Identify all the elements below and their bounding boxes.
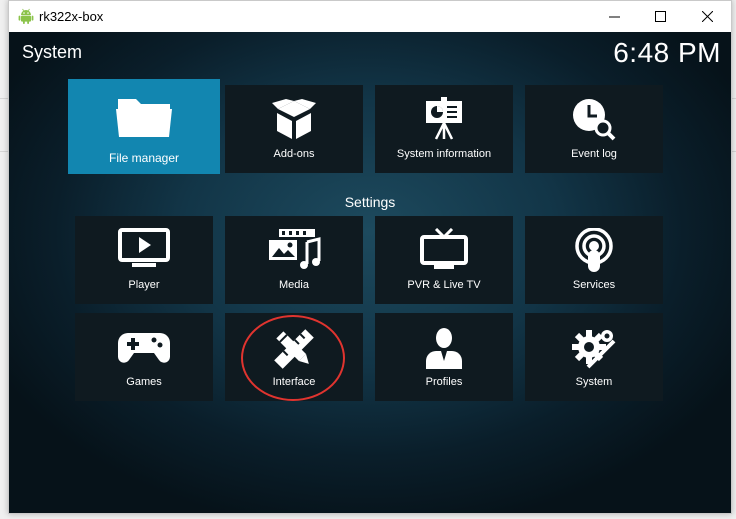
tile-label: System xyxy=(575,376,613,388)
tile-pvr-live-tv[interactable]: PVR & Live TV xyxy=(375,216,513,304)
emulator-window: rk322x-box System 6:48 PM File manager A… xyxy=(8,0,732,514)
window-title: rk322x-box xyxy=(39,9,104,24)
maximize-icon xyxy=(654,11,666,22)
gamepad-icon xyxy=(75,329,213,365)
tile-system-information[interactable]: System information xyxy=(375,85,513,173)
tv-icon xyxy=(375,228,513,270)
close-button[interactable] xyxy=(684,1,730,32)
gear-icon xyxy=(525,327,663,371)
close-icon xyxy=(701,11,713,22)
profile-icon xyxy=(375,327,513,369)
minimize-icon xyxy=(608,11,620,22)
tile-label: Add-ons xyxy=(273,148,315,160)
tile-event-log[interactable]: Event log xyxy=(525,85,663,173)
media-icon xyxy=(225,228,363,270)
addon-box-icon xyxy=(225,97,363,141)
tile-label: Profiles xyxy=(425,376,463,388)
presentation-icon xyxy=(375,97,513,141)
tile-label: Media xyxy=(279,279,309,291)
tile-services[interactable]: Services xyxy=(525,216,663,304)
tile-label: System information xyxy=(396,148,492,160)
annotation-circle xyxy=(241,315,345,401)
tile-games[interactable]: Games xyxy=(75,313,213,401)
folder-icon xyxy=(68,93,220,139)
clock: 6:48 PM xyxy=(613,37,721,68)
minimize-button[interactable] xyxy=(591,1,637,32)
section-heading: Settings xyxy=(344,194,396,210)
player-icon xyxy=(75,228,213,268)
podcast-icon xyxy=(525,228,663,272)
page-title: System xyxy=(22,42,83,62)
tile-label: Event log xyxy=(571,148,617,160)
maximize-button[interactable] xyxy=(637,1,683,32)
kodi-screen: System 6:48 PM File manager Add-ons Syst… xyxy=(9,32,731,513)
android-icon xyxy=(18,8,34,24)
tile-media[interactable]: Media xyxy=(225,216,363,304)
tile-file-manager[interactable]: File manager xyxy=(68,79,220,174)
title-bar[interactable]: rk322x-box xyxy=(9,1,731,32)
clock-search-icon xyxy=(525,97,663,141)
tile-player[interactable]: Player xyxy=(75,216,213,304)
tile-label: Games xyxy=(126,376,162,388)
tile-label: Services xyxy=(572,279,616,291)
tile-label: PVR & Live TV xyxy=(407,279,481,291)
tile-label: Player xyxy=(128,279,160,291)
tile-profiles[interactable]: Profiles xyxy=(375,313,513,401)
tile-add-ons[interactable]: Add-ons xyxy=(225,85,363,173)
tile-label: File manager xyxy=(108,151,180,165)
tile-system[interactable]: System xyxy=(525,313,663,401)
